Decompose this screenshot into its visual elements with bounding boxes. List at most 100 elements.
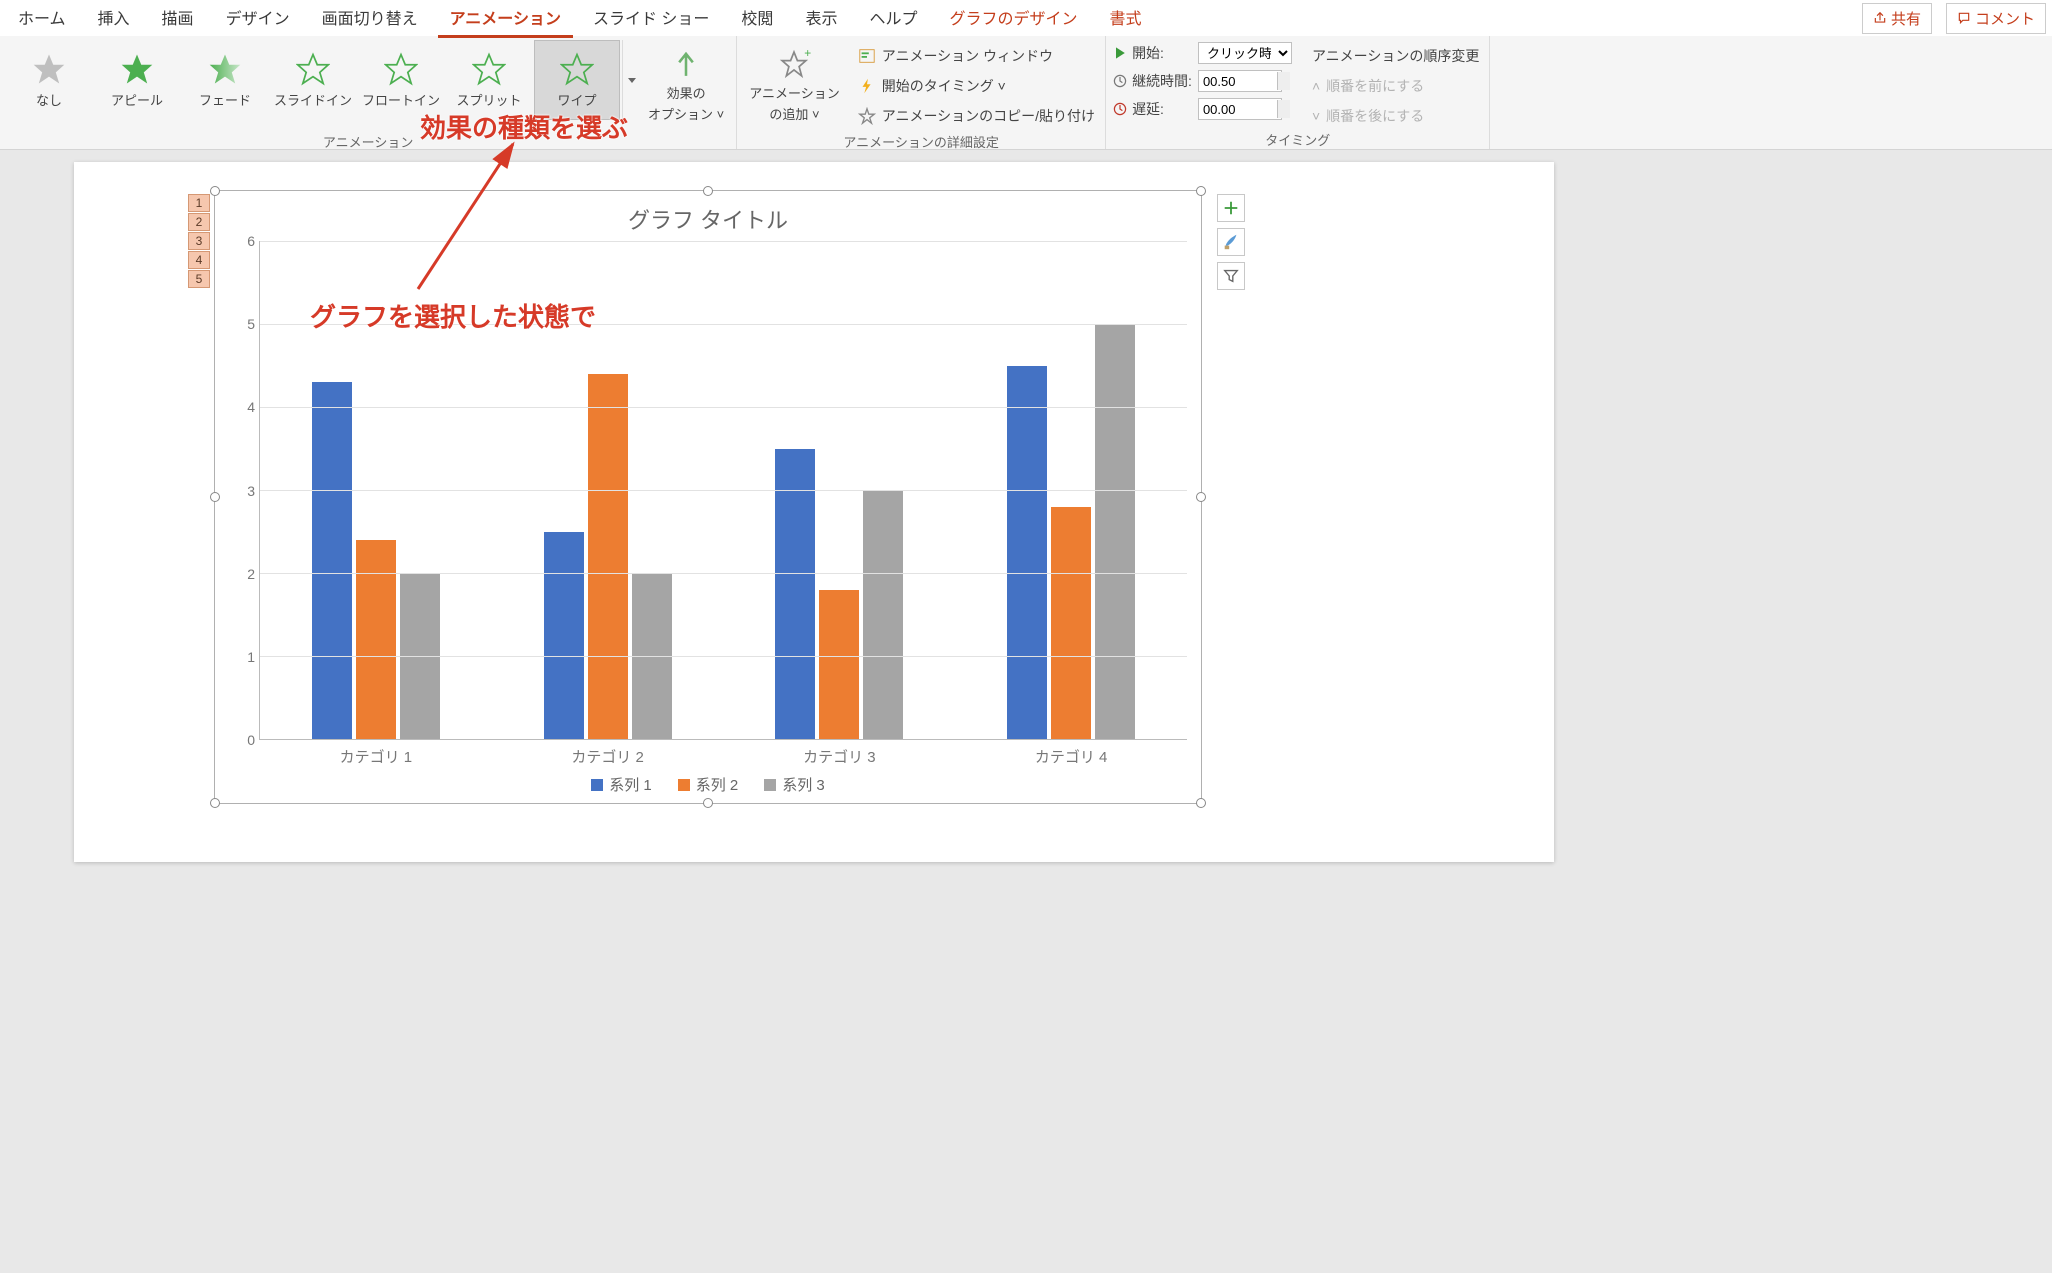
resize-handle[interactable] [703, 798, 713, 808]
chart-styles-button[interactable] [1217, 228, 1245, 256]
effect-fade[interactable]: フェード [182, 40, 268, 120]
effect-flyin[interactable]: スライドイン [270, 40, 356, 120]
tab-view[interactable]: 表示 [793, 0, 849, 38]
bar[interactable] [588, 374, 628, 739]
category-label: カテゴリ 2 [492, 746, 724, 767]
duration-label: 継続時間: [1112, 71, 1192, 91]
resize-handle[interactable] [210, 186, 220, 196]
bar[interactable] [1095, 324, 1135, 739]
effect-appear[interactable]: アピール [94, 40, 180, 120]
clock-icon [1112, 73, 1128, 89]
tab-home[interactable]: ホーム [6, 0, 78, 38]
delay-clock-icon [1112, 101, 1128, 117]
y-axis: 0123456 [229, 241, 259, 740]
group-label-advanced: アニメーションの詳細設定 [743, 130, 1099, 153]
star-plus-icon: + [777, 47, 811, 81]
legend-item[interactable]: 系列 3 [764, 774, 825, 795]
tab-review[interactable]: 校閲 [729, 0, 785, 38]
move-later-button[interactable]: ˅ 順番を後にする [1308, 104, 1483, 128]
share-label: 共有 [1891, 8, 1921, 29]
star-wipe-icon [560, 52, 594, 86]
tab-chart-design[interactable]: グラフのデザイン [937, 0, 1089, 38]
pane-icon [858, 47, 876, 65]
chart: グラフ タイトル 0123456 カテゴリ 1カテゴリ 2カテゴリ 3カテゴリ … [229, 199, 1187, 795]
resize-handle[interactable] [1196, 492, 1206, 502]
effect-options-button[interactable]: 効果の オプション ˅ [642, 40, 730, 130]
star-split-icon [472, 52, 506, 86]
resize-handle[interactable] [210, 798, 220, 808]
resize-handle[interactable] [210, 492, 220, 502]
tab-design[interactable]: デザイン [214, 0, 302, 38]
anim-tag[interactable]: 5 [188, 270, 210, 288]
star-outline-icon [858, 107, 876, 125]
anim-tag[interactable]: 4 [188, 251, 210, 269]
category-label: カテゴリ 4 [955, 746, 1187, 767]
star-appeal-icon [120, 52, 154, 86]
effect-none[interactable]: なし [6, 40, 92, 120]
trigger-button[interactable]: 開始のタイミング ˅ [854, 74, 1099, 98]
category-label: カテゴリ 3 [724, 746, 956, 767]
funnel-icon [1222, 267, 1240, 285]
star-slidein-icon [296, 52, 330, 86]
tab-animations[interactable]: アニメーション [438, 0, 573, 38]
animation-pane-button[interactable]: アニメーション ウィンドウ [854, 44, 1099, 68]
star-fade-icon [208, 52, 242, 86]
chart-elements-button[interactable] [1217, 194, 1245, 222]
chevron-down-icon: ˅ [1312, 108, 1320, 124]
duration-input[interactable] [1198, 70, 1282, 92]
resize-handle[interactable] [703, 186, 713, 196]
anim-tag[interactable]: 2 [188, 213, 210, 231]
animation-painter-button[interactable]: アニメーションのコピー/貼り付け [854, 104, 1099, 128]
tab-help[interactable]: ヘルプ [857, 0, 929, 38]
plus-icon [1222, 199, 1240, 217]
tab-transitions[interactable]: 画面切り替え [310, 0, 430, 38]
tab-draw[interactable]: 描画 [150, 0, 206, 38]
tab-format[interactable]: 書式 [1097, 0, 1153, 38]
tab-strip: ホーム 挿入 描画 デザイン 画面切り替え アニメーション スライド ショー 校… [0, 0, 2052, 36]
lightning-icon [858, 77, 876, 95]
anim-tag[interactable]: 1 [188, 194, 210, 212]
legend-item[interactable]: 系列 2 [678, 774, 739, 795]
chart-title[interactable]: グラフ タイトル [229, 199, 1187, 241]
chart-filters-button[interactable] [1217, 262, 1245, 290]
category-label: カテゴリ 1 [260, 746, 492, 767]
reorder-label: アニメーションの順序変更 [1308, 44, 1483, 68]
add-animation-button[interactable]: + アニメーション の追加 ˅ [743, 40, 845, 130]
animation-order-tags: 1 2 3 4 5 [188, 194, 210, 288]
start-select[interactable]: クリック時 [1198, 42, 1292, 64]
bar[interactable] [1007, 366, 1047, 740]
bar[interactable] [312, 382, 352, 739]
annotation-select-chart: グラフを選択した状態で [310, 297, 596, 334]
brush-icon [1222, 233, 1240, 251]
annotation-choose-effect: 効果の種類を選ぶ [420, 108, 628, 145]
resize-handle[interactable] [1196, 186, 1206, 196]
tab-slideshow[interactable]: スライド ショー [581, 0, 721, 38]
bar[interactable] [775, 449, 815, 740]
bar[interactable] [819, 590, 859, 739]
bar[interactable] [356, 540, 396, 739]
share-button[interactable]: 共有 [1862, 3, 1932, 34]
comment-icon [1957, 11, 1971, 25]
start-label: 開始: [1112, 43, 1192, 63]
bar[interactable] [1051, 507, 1091, 739]
arrow-up-icon [669, 47, 703, 81]
bar[interactable] [863, 490, 903, 739]
star-floatin-icon [384, 52, 418, 86]
legend-item[interactable]: 系列 1 [591, 774, 652, 795]
comment-button[interactable]: コメント [1946, 3, 2046, 34]
delay-label: 遅延: [1112, 99, 1192, 119]
move-earlier-button[interactable]: ˄ 順番を前にする [1308, 74, 1483, 98]
chart-side-tools [1217, 194, 1245, 290]
share-icon [1873, 11, 1887, 25]
comment-label: コメント [1975, 8, 2035, 29]
star-none-icon [32, 52, 66, 86]
tab-insert[interactable]: 挿入 [86, 0, 142, 38]
anim-tag[interactable]: 3 [188, 232, 210, 250]
bar[interactable] [544, 532, 584, 740]
delay-input[interactable] [1198, 98, 1282, 120]
play-icon [1112, 45, 1128, 61]
resize-handle[interactable] [1196, 798, 1206, 808]
chevron-up-icon: ˄ [1312, 78, 1320, 94]
group-label-timing: タイミング [1112, 128, 1483, 151]
chart-selection-frame[interactable]: グラフ タイトル 0123456 カテゴリ 1カテゴリ 2カテゴリ 3カテゴリ … [214, 190, 1202, 804]
